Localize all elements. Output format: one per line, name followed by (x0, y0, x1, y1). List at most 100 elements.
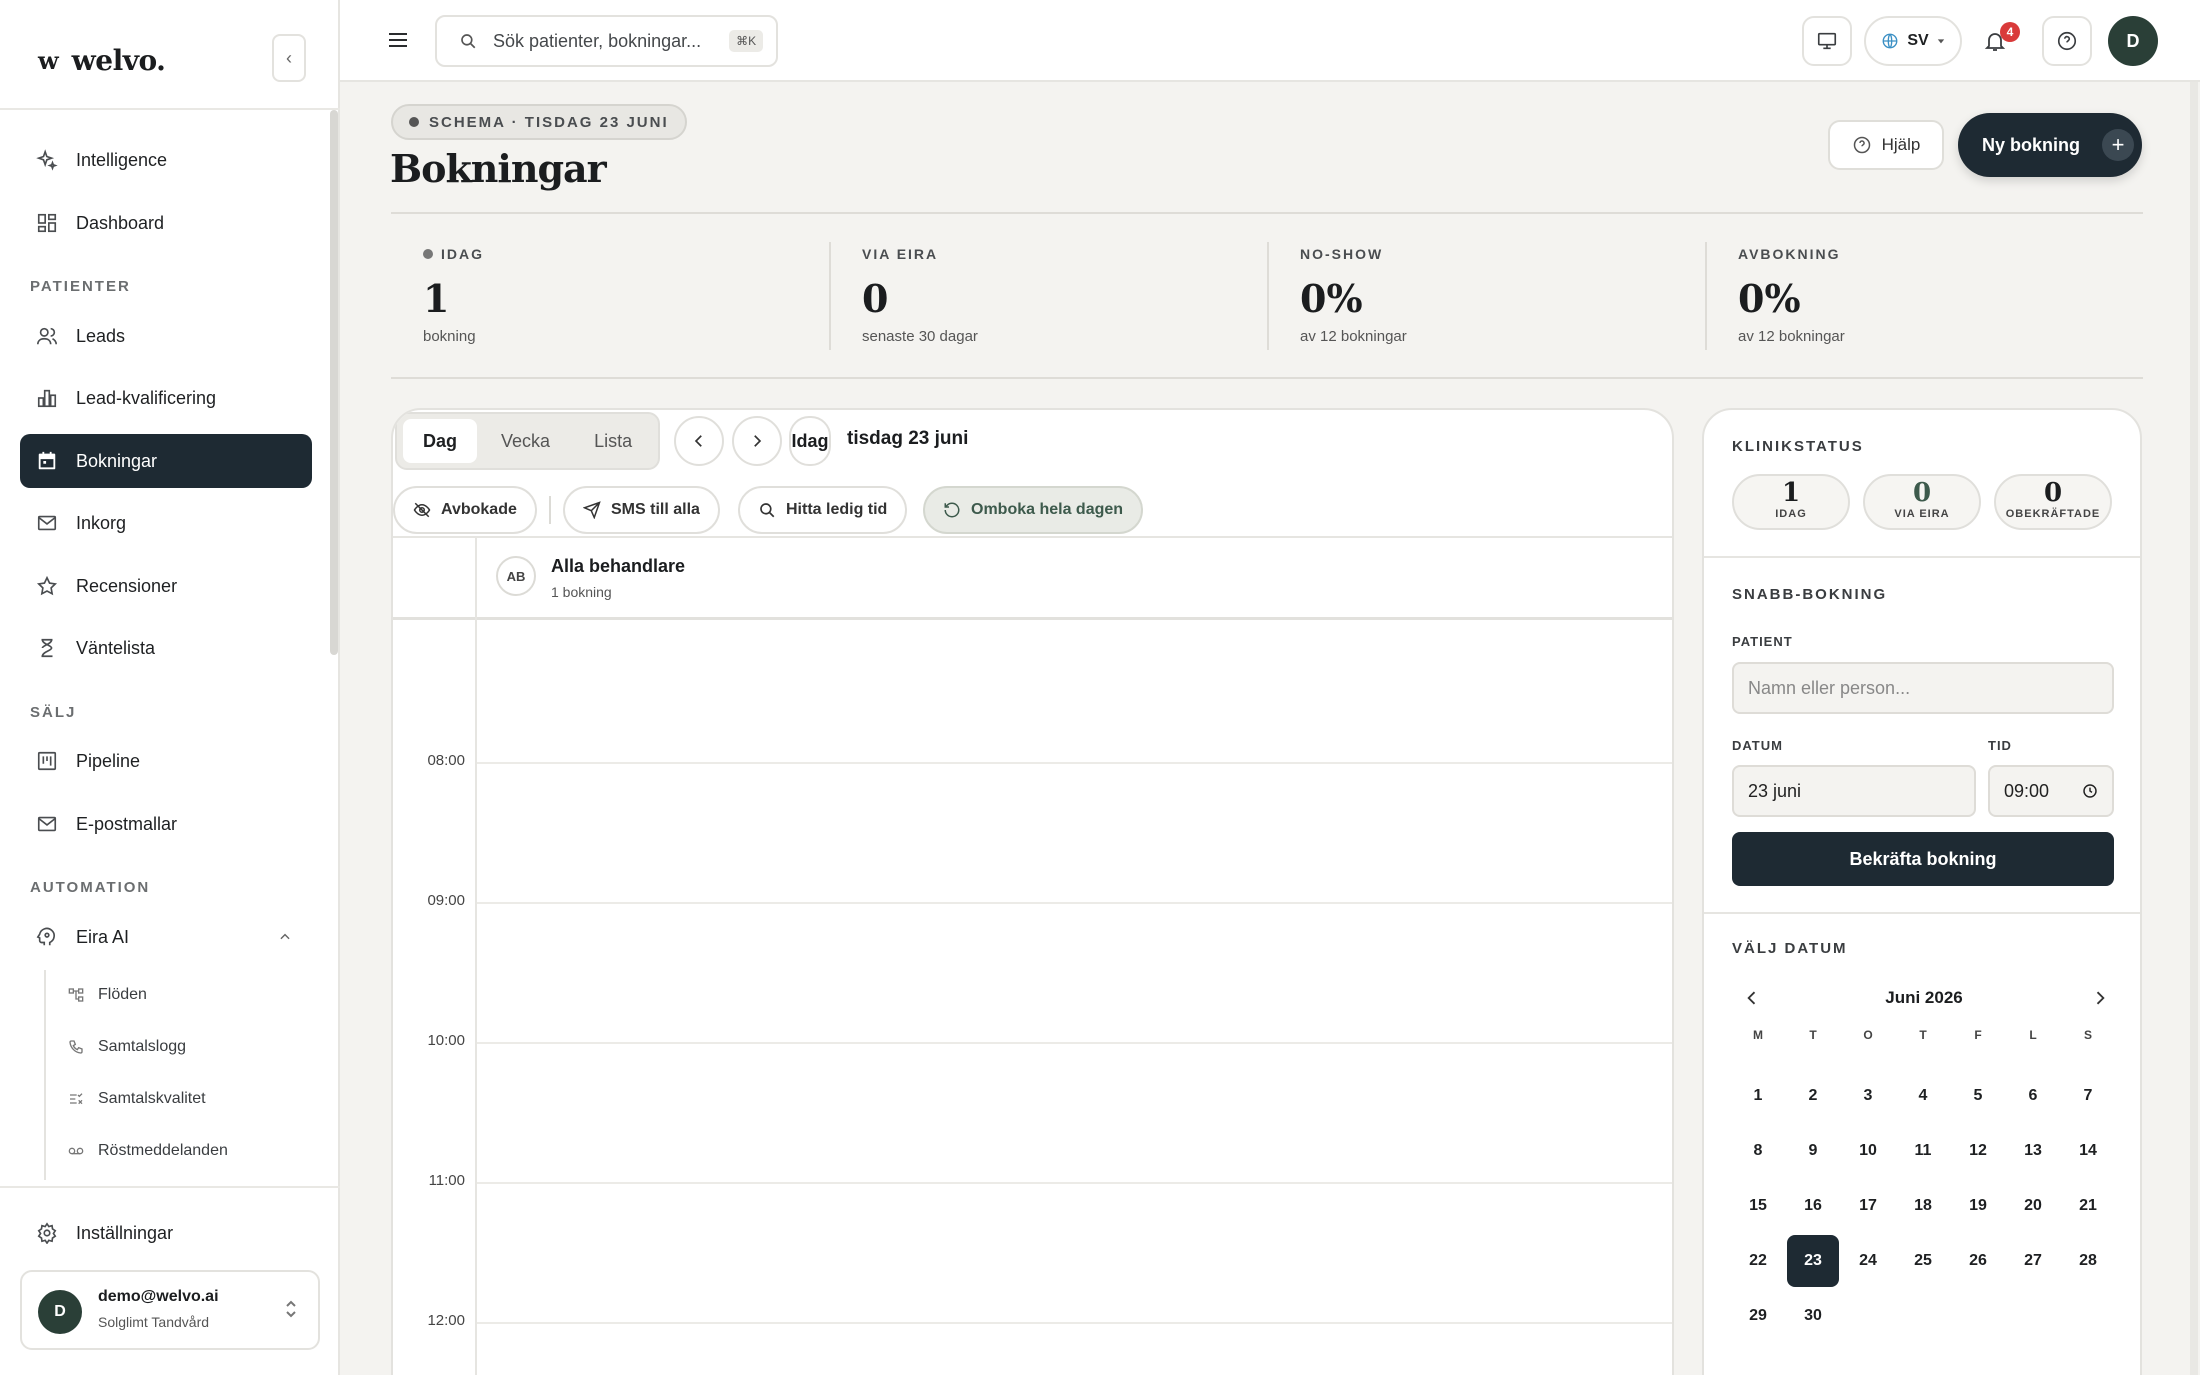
clinic-name: Solglimt Tandvård (98, 1314, 210, 1330)
help-button[interactable]: Hjälp (1828, 120, 1944, 170)
find-free-time-button[interactable]: Hitta ledig tid (738, 486, 908, 534)
patient-input[interactable]: Namn eller person... (1732, 662, 2114, 714)
calendar-day[interactable]: 15 (1732, 1180, 1784, 1232)
calendar-icon (38, 451, 56, 470)
hour-label: 12:00 (427, 1312, 465, 1329)
calendar-day[interactable]: 21 (2062, 1180, 2114, 1232)
resource-name[interactable]: Alla behandlare (551, 556, 685, 577)
tab-dag[interactable]: Dag (403, 419, 478, 463)
calendar-day[interactable]: 10 (1842, 1125, 1894, 1177)
time-input[interactable]: 09:00 (1988, 765, 2114, 817)
filter-label: Avbokade (441, 501, 517, 518)
calendar-day[interactable]: 17 (1842, 1180, 1894, 1232)
calendar-day[interactable]: 12 (1952, 1125, 2004, 1177)
calendar-day[interactable]: 18 (1897, 1180, 1949, 1232)
sidebar-item-intelligence[interactable]: Intelligence (20, 133, 312, 187)
calendar-day[interactable]: 24 (1842, 1235, 1894, 1287)
calendar-day[interactable]: 14 (2062, 1125, 2114, 1177)
calendar-day[interactable]: 1 (1732, 1070, 1784, 1122)
sidebar-item-dashboard[interactable]: Dashboard (20, 196, 312, 250)
calendar-day[interactable]: 25 (1897, 1235, 1949, 1287)
calendar-day[interactable]: 13 (2007, 1125, 2059, 1177)
logo[interactable]: w welvo. (38, 40, 166, 80)
calendar-day[interactable]: 9 (1787, 1125, 1839, 1177)
calendar-day[interactable]: 30 (1787, 1290, 1839, 1342)
chevron-left-icon: ‹ (286, 47, 292, 68)
calendar-day[interactable]: 28 (2062, 1235, 2114, 1287)
main-scrollbar[interactable] (2190, 82, 2198, 1375)
sidebar-subitem-samtalslogg[interactable]: Samtalslogg (68, 1032, 186, 1062)
search-input[interactable]: Sök patienter, bokningar... ⌘K (435, 15, 778, 67)
new-booking-button[interactable]: Ny bokning + (1958, 113, 2142, 177)
sidebar-item-lead-kvalificering[interactable]: Lead-kvalificering (20, 371, 312, 425)
today-button[interactable]: Idag (789, 416, 831, 466)
sidebar-subitem-floden[interactable]: Flöden (68, 980, 147, 1010)
clinic-status-obekraftade: 0 OBEKRÄFTADE (1994, 474, 2112, 530)
monitor-button[interactable] (1802, 16, 1852, 66)
rebook-day-button[interactable]: Omboka hela dagen (923, 486, 1144, 534)
calendar-day[interactable]: 20 (2007, 1180, 2059, 1232)
calendar-day[interactable]: 7 (2062, 1070, 2114, 1122)
next-day-button[interactable] (732, 416, 782, 466)
sidebar-item-bokningar[interactable]: Bokningar (20, 434, 312, 488)
top-bar: Sök patienter, bokningar... ⌘K SV 4 D (340, 0, 2200, 82)
stat-sub: senaste 30 dagar (862, 328, 978, 345)
user-avatar[interactable]: D (2108, 16, 2158, 66)
flow-icon (68, 988, 84, 1002)
calendar-day[interactable]: 19 (1952, 1180, 2004, 1232)
stat-value: 0 (862, 276, 889, 321)
tab-vecka[interactable]: Vecka (481, 419, 570, 463)
account-switcher[interactable]: D demo@welvo.ai Solglimt Tandvård (20, 1270, 320, 1350)
hour-label: 09:00 (427, 892, 465, 909)
quality-icon (70, 1093, 83, 1105)
sidebar-item-vantelista[interactable]: Väntelista (20, 621, 312, 675)
calendar-day[interactable]: 11 (1897, 1125, 1949, 1177)
calendar-day[interactable]: 29 (1732, 1290, 1784, 1342)
sidebar-item-leads[interactable]: Leads (20, 309, 312, 363)
stat-value: 1 (423, 276, 450, 321)
calendar-day[interactable]: 16 (1787, 1180, 1839, 1232)
calendar-day[interactable]: 6 (2007, 1070, 2059, 1122)
sidebar-subitem-samtalskvalitet[interactable]: Samtalskvalitet (68, 1084, 206, 1114)
calendar-day[interactable]: 8 (1732, 1125, 1784, 1177)
sidebar-item-recensioner[interactable]: Recensioner (20, 559, 312, 613)
collapse-sidebar-button[interactable]: ‹ (272, 34, 306, 82)
confirm-booking-button[interactable]: Bekräfta bokning (1732, 832, 2114, 886)
kanban-icon (37, 751, 57, 771)
language-label: SV (1907, 32, 1929, 49)
filter-avbokade[interactable]: Avbokade (393, 486, 537, 534)
time-grid[interactable] (477, 623, 1672, 1375)
sidebar-subitem-rostmeddelanden[interactable]: Röstmeddelanden (68, 1136, 228, 1166)
prev-day-button[interactable] (674, 416, 724, 466)
sidebar-item-e-postmallar[interactable]: E-postmallar (20, 797, 312, 851)
calendar-day[interactable]: 5 (1952, 1070, 2004, 1122)
date-input[interactable]: 23 juni (1732, 765, 1976, 817)
tab-lista[interactable]: Lista (574, 419, 652, 463)
sidebar-item-pipeline[interactable]: Pipeline (20, 734, 312, 788)
divider (391, 377, 2143, 379)
calendar-day[interactable]: 2 (1787, 1070, 1839, 1122)
menu-icon[interactable] (386, 28, 410, 52)
calendar-day-selected[interactable]: 23 (1787, 1235, 1839, 1287)
sidebar-scrollbar[interactable] (330, 110, 338, 655)
chevron-updown-icon (286, 1300, 296, 1318)
sidebar-item-installningar[interactable]: Inställningar (20, 1206, 312, 1260)
calendar-day[interactable]: 27 (2007, 1235, 2059, 1287)
language-selector[interactable]: SV (1864, 16, 1962, 66)
weekday-label: L (2029, 1028, 2037, 1042)
sms-all-button[interactable]: SMS till alla (563, 486, 720, 534)
calendar-day[interactable]: 22 (1732, 1235, 1784, 1287)
sidebar-item-label: Väntelista (76, 637, 156, 658)
calendar-day[interactable]: 3 (1842, 1070, 1894, 1122)
sidebar-item-inkorg[interactable]: Inkorg (20, 496, 312, 550)
calendar-day[interactable]: 26 (1952, 1235, 2004, 1287)
calendar-day[interactable]: 4 (1897, 1070, 1949, 1122)
time-label: TID (1988, 738, 2012, 753)
help-center-button[interactable] (2042, 16, 2092, 66)
gear-icon (37, 1222, 57, 1244)
pick-date-title: VÄLJ DATUM (1732, 940, 1848, 957)
next-month-icon[interactable] (2090, 988, 2110, 1008)
chevron-up-icon[interactable] (278, 930, 292, 944)
status-value: 1 (1781, 478, 1801, 508)
sidebar-item-eira-ai[interactable]: Eira AI (20, 910, 312, 964)
